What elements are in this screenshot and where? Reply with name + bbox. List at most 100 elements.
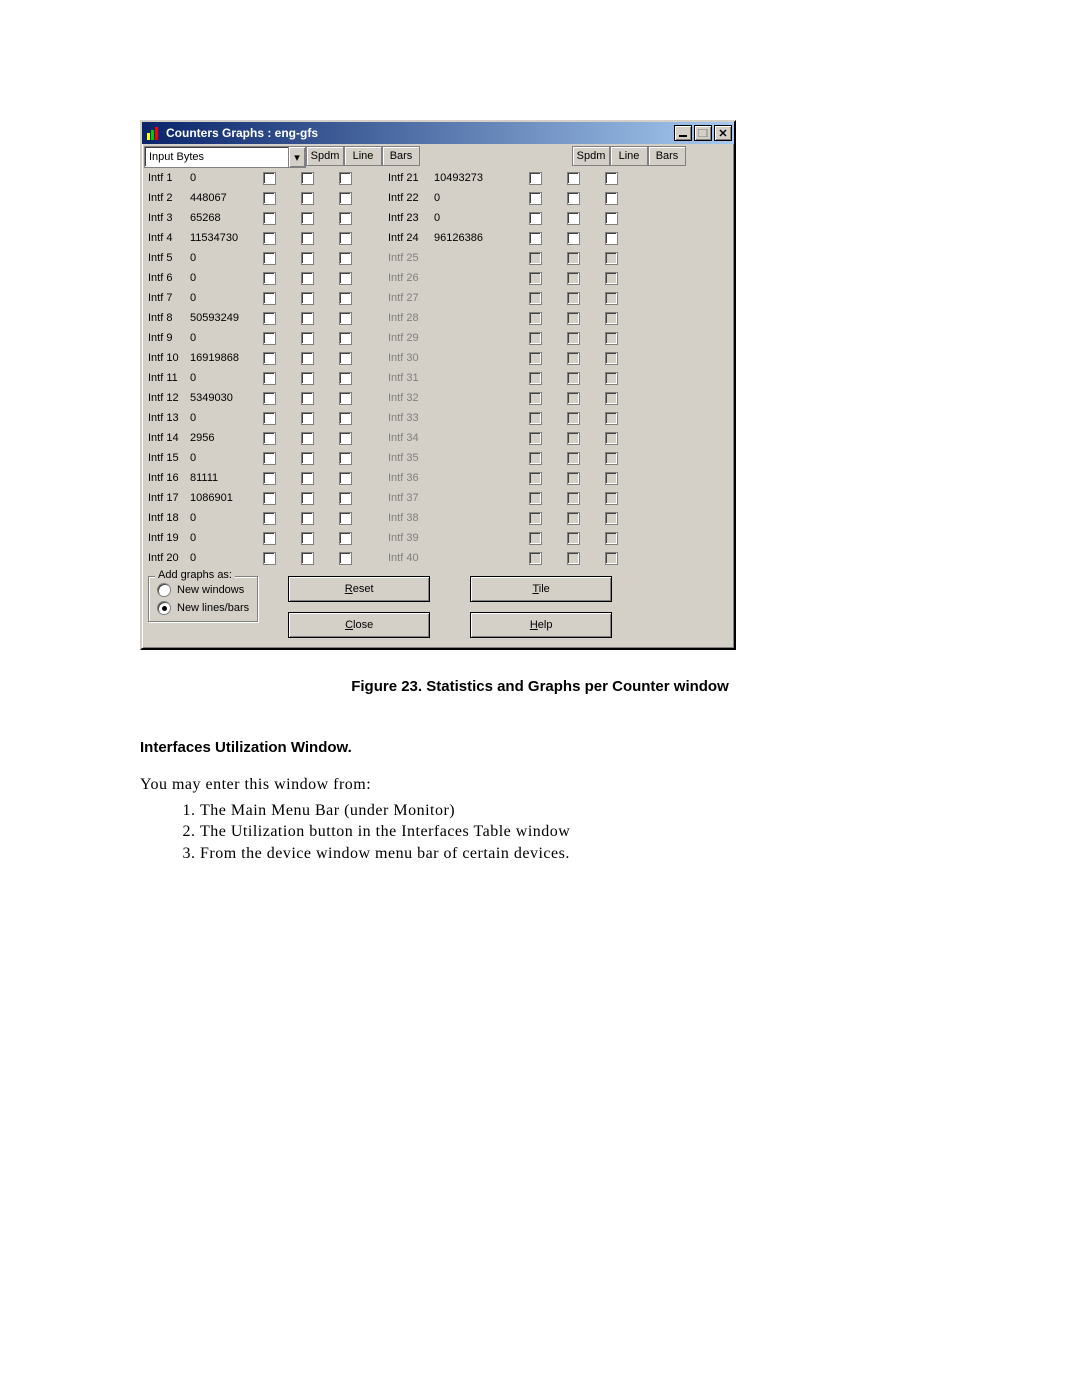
checkbox[interactable] xyxy=(326,328,364,348)
checkbox[interactable] xyxy=(250,508,288,528)
checkbox[interactable] xyxy=(288,188,326,208)
checkbox[interactable] xyxy=(250,348,288,368)
checkbox xyxy=(554,468,592,488)
checkbox xyxy=(592,408,630,428)
checkbox[interactable] xyxy=(554,228,592,248)
checkbox[interactable] xyxy=(554,168,592,188)
checkbox[interactable] xyxy=(288,448,326,468)
tile-button[interactable]: Tile xyxy=(470,576,612,602)
checkbox[interactable] xyxy=(288,348,326,368)
checkbox[interactable] xyxy=(326,548,364,568)
radio-new-lines-bars[interactable]: New lines/bars xyxy=(157,601,249,615)
checkbox[interactable] xyxy=(250,248,288,268)
checkbox[interactable] xyxy=(516,168,554,188)
checkbox xyxy=(592,348,630,368)
checkbox xyxy=(516,288,554,308)
intf-name: Intf 15 xyxy=(144,448,186,468)
radio-new-windows[interactable]: New windows xyxy=(157,583,249,597)
checkbox[interactable] xyxy=(288,208,326,228)
checkbox[interactable] xyxy=(326,408,364,428)
checkbox[interactable] xyxy=(516,208,554,228)
intf-value xyxy=(430,288,516,308)
counter-dropdown[interactable]: Input Bytes ▾ xyxy=(144,146,306,168)
intf-value: 0 xyxy=(186,248,250,268)
checkbox[interactable] xyxy=(592,228,630,248)
checkbox[interactable] xyxy=(326,468,364,488)
checkbox[interactable] xyxy=(288,508,326,528)
intf-name: Intf 17 xyxy=(144,488,186,508)
checkbox[interactable] xyxy=(326,208,364,228)
chevron-down-icon[interactable]: ▾ xyxy=(288,147,305,167)
checkbox[interactable] xyxy=(326,348,364,368)
intf-name: Intf 4 xyxy=(144,228,186,248)
checkbox[interactable] xyxy=(288,368,326,388)
checkbox[interactable] xyxy=(326,508,364,528)
checkbox[interactable] xyxy=(326,168,364,188)
checkbox[interactable] xyxy=(288,268,326,288)
close-button[interactable]: ✕ xyxy=(714,125,732,141)
checkbox[interactable] xyxy=(326,228,364,248)
checkbox[interactable] xyxy=(326,448,364,468)
checkbox[interactable] xyxy=(326,288,364,308)
checkbox[interactable] xyxy=(288,288,326,308)
checkbox[interactable] xyxy=(250,188,288,208)
checkbox[interactable] xyxy=(288,488,326,508)
checkbox xyxy=(554,508,592,528)
checkbox[interactable] xyxy=(250,408,288,428)
col-header-spdm: Spdm xyxy=(306,146,344,166)
checkbox[interactable] xyxy=(288,548,326,568)
reset-button[interactable]: Reset xyxy=(288,576,430,602)
checkbox[interactable] xyxy=(250,308,288,328)
checkbox[interactable] xyxy=(288,468,326,488)
checkbox[interactable] xyxy=(250,448,288,468)
checkbox[interactable] xyxy=(288,168,326,188)
help-button[interactable]: Help xyxy=(470,612,612,638)
checkbox[interactable] xyxy=(250,288,288,308)
checkbox[interactable] xyxy=(326,188,364,208)
checkbox[interactable] xyxy=(592,168,630,188)
checkbox[interactable] xyxy=(288,428,326,448)
checkbox[interactable] xyxy=(288,248,326,268)
checkbox[interactable] xyxy=(326,268,364,288)
checkbox[interactable] xyxy=(250,368,288,388)
checkbox[interactable] xyxy=(250,328,288,348)
checkbox[interactable] xyxy=(516,188,554,208)
checkbox[interactable] xyxy=(288,388,326,408)
checkbox[interactable] xyxy=(250,228,288,248)
checkbox xyxy=(516,508,554,528)
checkbox[interactable] xyxy=(592,188,630,208)
close-button-bottom[interactable]: Close xyxy=(288,612,430,638)
checkbox[interactable] xyxy=(250,268,288,288)
checkbox[interactable] xyxy=(250,488,288,508)
checkbox[interactable] xyxy=(592,208,630,228)
intf-value xyxy=(430,348,516,368)
checkbox[interactable] xyxy=(288,528,326,548)
checkbox[interactable] xyxy=(516,228,554,248)
checkbox[interactable] xyxy=(326,368,364,388)
checkbox xyxy=(554,408,592,428)
checkbox[interactable] xyxy=(326,248,364,268)
checkbox[interactable] xyxy=(326,528,364,548)
checkbox[interactable] xyxy=(288,328,326,348)
checkbox xyxy=(554,368,592,388)
minimize-button[interactable] xyxy=(674,125,692,141)
checkbox[interactable] xyxy=(326,388,364,408)
checkbox[interactable] xyxy=(288,308,326,328)
checkbox[interactable] xyxy=(554,208,592,228)
checkbox[interactable] xyxy=(554,188,592,208)
checkbox[interactable] xyxy=(250,428,288,448)
checkbox[interactable] xyxy=(326,488,364,508)
checkbox[interactable] xyxy=(326,428,364,448)
checkbox[interactable] xyxy=(250,168,288,188)
checkbox[interactable] xyxy=(288,228,326,248)
checkbox xyxy=(592,288,630,308)
intf-value: 5349030 xyxy=(186,388,250,408)
checkbox[interactable] xyxy=(250,468,288,488)
checkbox[interactable] xyxy=(250,548,288,568)
checkbox[interactable] xyxy=(288,408,326,428)
checkbox[interactable] xyxy=(250,528,288,548)
checkbox[interactable] xyxy=(250,208,288,228)
checkbox[interactable] xyxy=(250,388,288,408)
titlebar[interactable]: Counters Graphs : eng-gfs ✕ xyxy=(142,122,734,144)
checkbox[interactable] xyxy=(326,308,364,328)
